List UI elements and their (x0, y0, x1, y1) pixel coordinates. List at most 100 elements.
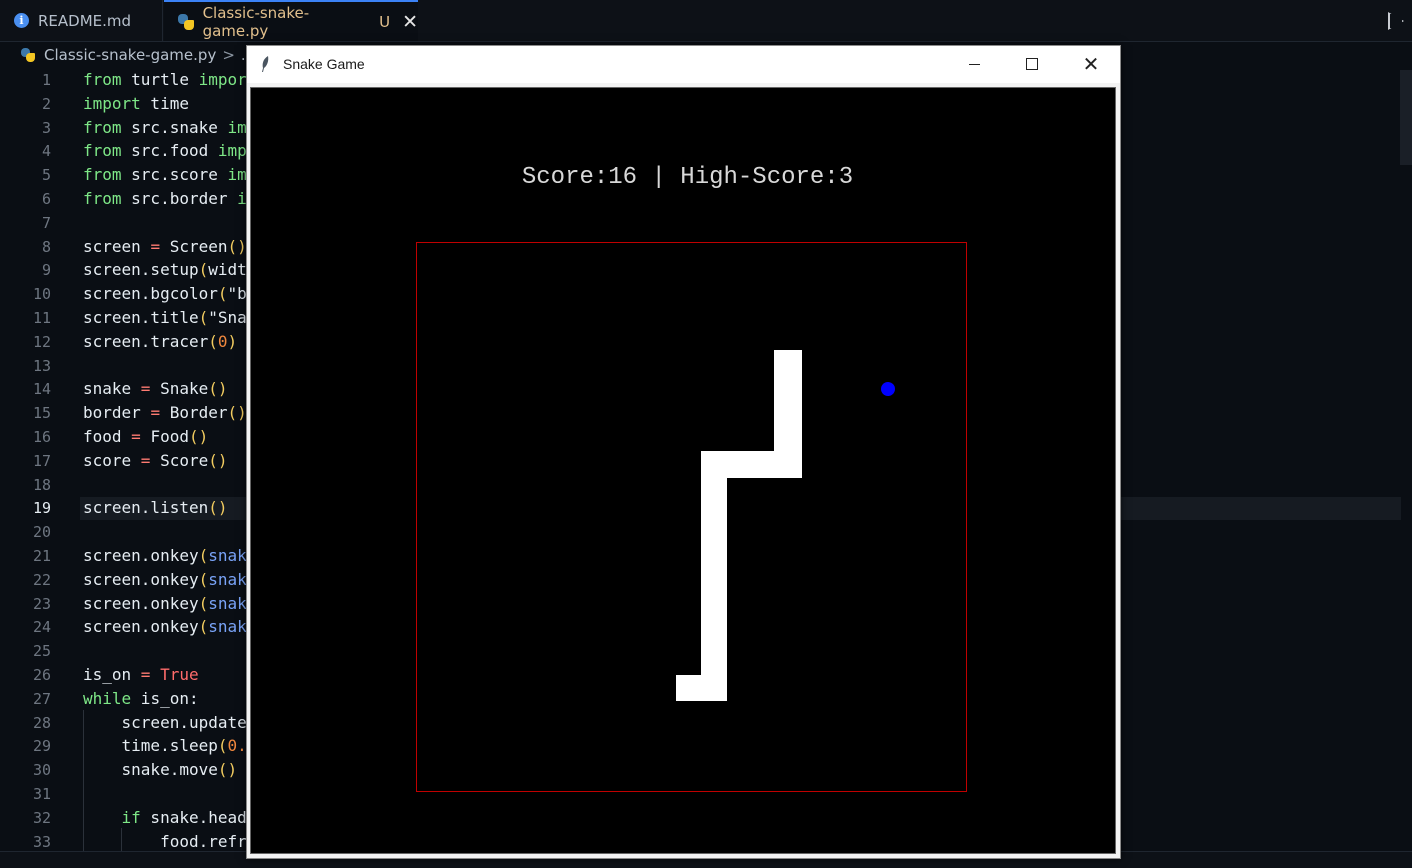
code-line: screen.onkey(snak (83, 544, 247, 568)
code-token: from (83, 165, 122, 185)
close-icon: ✕ (1082, 52, 1100, 76)
line-number: 1 (41, 71, 51, 89)
code-line: screen.tracer(0) (83, 330, 237, 354)
tab-classic-snake-game[interactable]: Classic-snake-game.py U ✕ (164, 0, 418, 41)
code-token: ( (208, 331, 218, 351)
code-token: is_on: (131, 688, 199, 708)
code-token: Screen (160, 236, 228, 256)
line-number: 29 (32, 737, 51, 756)
code-line: screen.setup(widt (83, 258, 247, 282)
code-token: screen (83, 236, 151, 256)
code-line: time.sleep(0. (83, 734, 247, 758)
code-token: screen.onkey (83, 569, 199, 589)
line-number: 2 (41, 94, 51, 113)
code-token: ) (227, 331, 238, 351)
line-number: 10 (32, 285, 51, 304)
code-token: time (140, 93, 189, 113)
code-token: snake.move (83, 760, 218, 780)
line-number: 12 (32, 332, 51, 351)
snake-game-window: Snake Game ✕ Score:16 | High-Score:3 (246, 45, 1121, 859)
close-tab-button[interactable]: ✕ (402, 11, 418, 33)
code-token: src.snake (121, 117, 228, 137)
code-token: widt (208, 260, 247, 280)
code-token: is_on (83, 665, 141, 684)
line-number: 17 (32, 451, 51, 470)
code-token: from (83, 141, 122, 161)
code-token: screen.onkey (83, 617, 199, 637)
line-number: 7 (41, 213, 51, 232)
code-token: ( (198, 260, 209, 280)
code-line: import time (83, 92, 189, 116)
code-line: screen.update (83, 711, 247, 735)
code-token: from (83, 70, 122, 89)
game-border (416, 242, 967, 792)
code-token: 0. (227, 736, 247, 756)
line-number: 23 (32, 594, 51, 613)
line-number: 16 (32, 428, 51, 446)
line-number: 19 (32, 499, 51, 518)
code-token: from (83, 189, 122, 208)
maximize-button[interactable] (1003, 46, 1061, 83)
code-line: from turtle impor (83, 68, 247, 92)
line-number: 28 (32, 713, 51, 732)
code-token: screen.update (83, 712, 247, 732)
line-number: 30 (32, 761, 51, 780)
code-token: im (227, 165, 247, 185)
code-token: () (217, 760, 238, 780)
code-line: from src.border i (83, 187, 247, 211)
run-icon[interactable] (1388, 12, 1404, 30)
line-number: 18 (32, 475, 51, 494)
line-number: 3 (41, 118, 51, 137)
minimap-scrollbar[interactable] (1400, 70, 1412, 165)
line-number: 8 (41, 237, 51, 256)
code-token: screen.onkey (83, 546, 199, 565)
code-line: screen.onkey(snak (83, 592, 247, 616)
code-token: Score (150, 450, 209, 470)
code-token: snak (208, 593, 247, 613)
code-line: from src.food imp (83, 139, 247, 163)
code-token: screen.listen (83, 498, 209, 518)
code-line: score = Score() (83, 449, 228, 473)
line-number: 32 (32, 808, 51, 827)
tab-label: README.md (38, 11, 132, 30)
code-token: ( (198, 308, 209, 327)
info-icon: i (14, 13, 29, 28)
code-line: screen.onkey(snak (83, 615, 247, 639)
code-token: from (83, 117, 122, 137)
code-token: = (150, 236, 161, 256)
code-token: = (150, 403, 161, 423)
code-token: = (140, 379, 151, 399)
code-line: screen.title("Sna (83, 306, 247, 330)
python-icon (178, 13, 194, 30)
line-number: 13 (32, 356, 51, 375)
code-token: snake.head (140, 807, 247, 827)
line-number: 26 (32, 666, 51, 684)
code-line: while is_on: (83, 687, 199, 711)
tab-readme[interactable]: i README.md (0, 0, 163, 41)
code-token: ( (198, 569, 209, 589)
code-token: imp (217, 141, 247, 161)
minimize-button[interactable] (945, 46, 1003, 83)
food-dot (881, 382, 895, 396)
code-token: im (227, 117, 247, 137)
code-line: border = Border() (83, 401, 247, 425)
close-button[interactable]: ✕ (1062, 46, 1120, 83)
code-token: score (83, 450, 141, 470)
code-line: snake.move() (83, 758, 238, 782)
line-number: 11 (32, 309, 51, 327)
code-token: Snake (150, 379, 209, 399)
code-token: impor (198, 70, 247, 89)
code-token: src.border (121, 189, 238, 208)
snake-segment (676, 675, 727, 701)
code-token: Food (140, 427, 189, 446)
maximize-icon (1026, 58, 1038, 70)
line-number: 4 (41, 142, 51, 161)
code-token: food.refr (83, 831, 247, 851)
code-line: is_on = True (83, 663, 199, 687)
window-titlebar[interactable]: Snake Game ✕ (247, 46, 1120, 83)
window-title: Snake Game (283, 56, 365, 72)
code-token: screen.bgcolor (83, 284, 218, 304)
feather-icon (262, 56, 269, 72)
breadcrumb-file[interactable]: Classic-snake-game.py (44, 46, 216, 64)
code-token: src.score (121, 165, 228, 185)
